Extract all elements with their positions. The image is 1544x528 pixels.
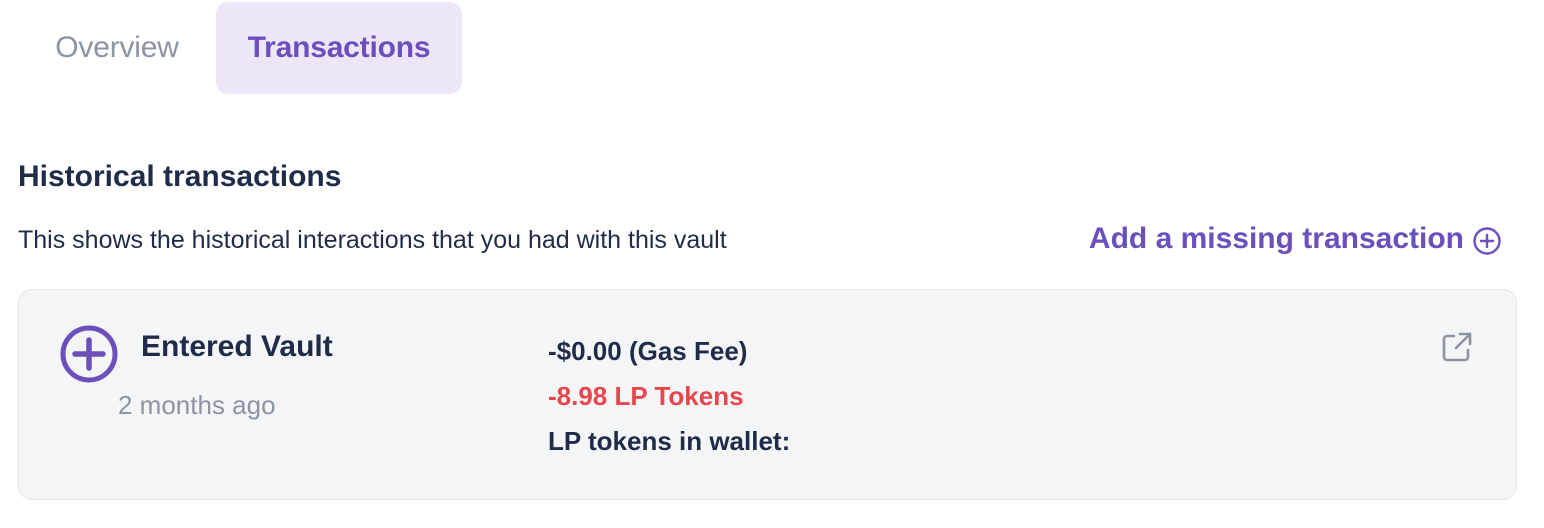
plus-circle-icon: [1472, 226, 1502, 256]
transaction-token-change: -8.98 LP Tokens: [548, 381, 744, 411]
add-missing-transaction-link[interactable]: Add a missing transaction: [1089, 222, 1502, 256]
external-link-icon[interactable]: [1440, 330, 1474, 364]
vault-transactions-page: Overview Transactions Historical transac…: [0, 0, 1544, 528]
transaction-gas-fee: -$0.00 (Gas Fee): [548, 336, 748, 366]
tab-bar: Overview Transactions: [18, 2, 462, 94]
tab-overview[interactable]: Overview: [18, 2, 216, 94]
transaction-time: 2 months ago: [118, 390, 276, 420]
transaction-wallet-label: LP tokens in wallet:: [548, 426, 791, 456]
transaction-details: -$0.00 (Gas Fee) -8.98 LP Tokens LP toke…: [548, 336, 790, 457]
tab-transactions[interactable]: Transactions: [216, 2, 462, 94]
section-description: This shows the historical interactions t…: [18, 226, 727, 254]
add-missing-transaction-label: Add a missing transaction: [1088, 222, 1464, 255]
plus-circle-icon: [59, 324, 119, 384]
transaction-title: Entered Vault: [141, 330, 333, 363]
section-title: Historical transactions: [18, 160, 342, 193]
transaction-card: Entered Vault 2 months ago -$0.00 (Gas F…: [18, 289, 1517, 500]
